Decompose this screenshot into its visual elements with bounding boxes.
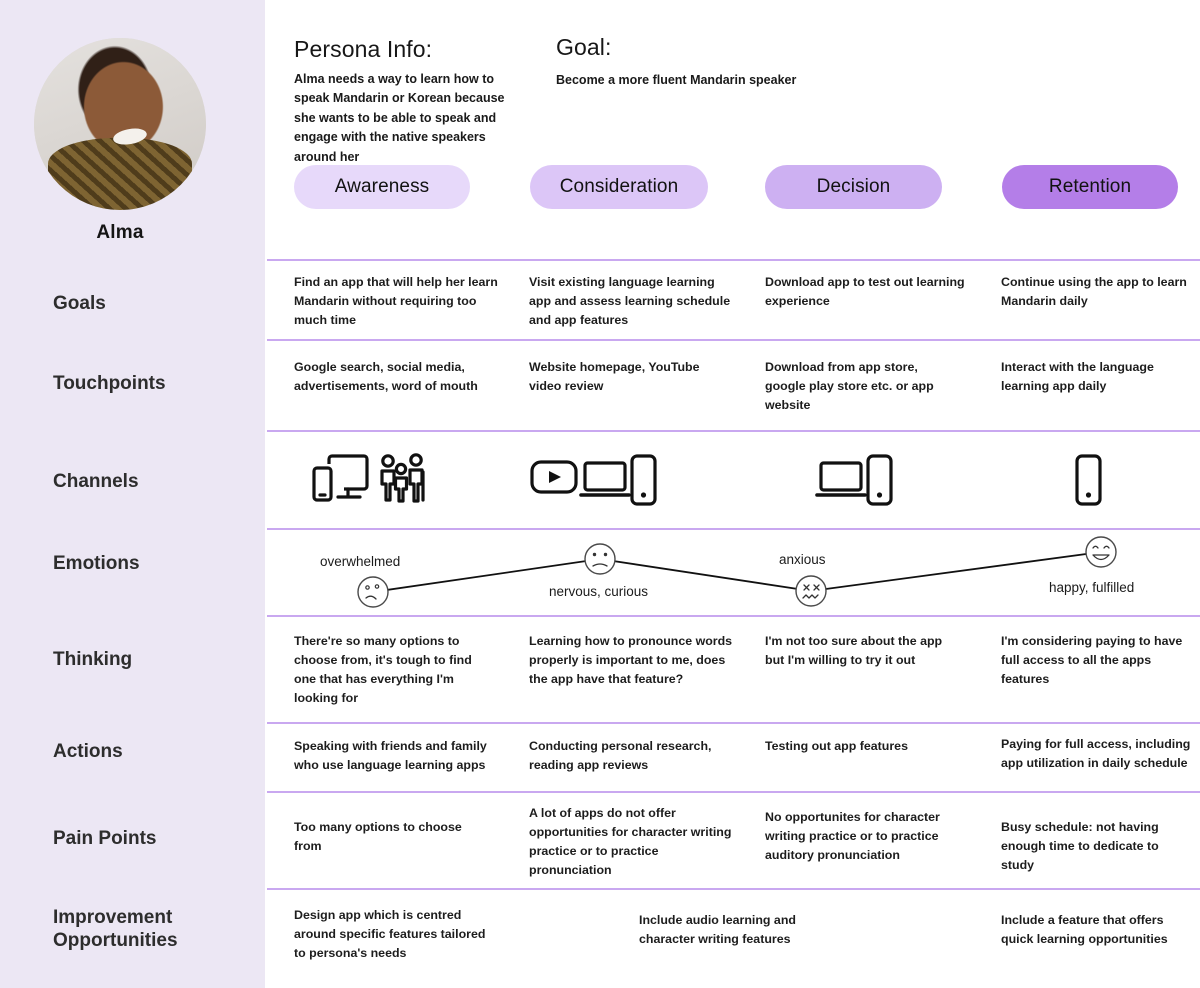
sidebar-item-improvement-opportunities[interactable]: Improvement Opportunities [53, 906, 233, 952]
sad-confused-face-icon [357, 576, 389, 608]
user-journey-map: Alma Goals Touchpoints Channels Emotions… [0, 0, 1200, 988]
laptop-icon [815, 461, 867, 497]
emotion-label-decision: anxious [779, 552, 826, 567]
channels-consideration-icons [528, 450, 658, 510]
cell-actions-consideration: Conducting personal research, reading ap… [529, 739, 712, 772]
smiling-face-icon [1085, 536, 1117, 568]
row-divider [267, 791, 1200, 793]
cell-actions-decision: Testing out app features [765, 739, 908, 753]
row-divider [267, 722, 1200, 724]
people-group-icon [380, 453, 425, 503]
cell-pain-points-consideration: A lot of apps do not offer opportunities… [529, 806, 732, 877]
avatar [34, 38, 206, 210]
cell-pain-points-awareness: Too many options to choose from [294, 820, 462, 853]
persona-info-title: Persona Info: [294, 36, 433, 62]
cell-thinking-decision: I'm not too sure about the app but I'm w… [765, 634, 943, 667]
channels-decision-icons [815, 450, 895, 510]
row-divider [267, 430, 1200, 432]
mobile-phone-icon [1075, 454, 1102, 506]
cell-pain-points-decision: No opportunites for character writing pr… [765, 810, 940, 862]
persona-info-body: Alma needs a way to learn how to speak M… [294, 72, 505, 164]
laptop-icon [579, 461, 631, 497]
cell-actions-awareness: Speaking with friends and family who use… [294, 739, 487, 772]
emotion-label-retention: happy, fulfilled [1049, 580, 1135, 595]
stage-pill-consideration[interactable]: Consideration [530, 165, 708, 209]
sidebar-item-pain-points[interactable]: Pain Points [53, 827, 156, 850]
mobile-and-desktop-icon [312, 454, 369, 502]
cell-goals-decision: Download app to test out learning experi… [765, 275, 965, 308]
cell-goals-consideration: Visit existing language learning app and… [529, 275, 731, 327]
persona-photo-avatar [34, 38, 206, 210]
cell-thinking-awareness: There're so many options to choose from,… [294, 634, 472, 705]
goal-body: Become a more fluent Mandarin speaker [556, 73, 797, 87]
channels-awareness-icons [308, 450, 438, 510]
sidebar-item-channels[interactable]: Channels [53, 470, 139, 493]
emotion-label-consideration: nervous, curious [549, 584, 649, 599]
sidebar-item-goals[interactable]: Goals [53, 292, 106, 315]
sidebar: Alma Goals Touchpoints Channels Emotions… [0, 0, 265, 988]
cell-touchpoints-decision: Download from app store, google play sto… [765, 360, 934, 412]
row-divider [267, 339, 1200, 341]
cell-improvement-2: Include audio learning and character wri… [639, 913, 796, 946]
emotion-label-awareness: overwhelmed [320, 554, 401, 569]
neutral-frown-face-icon [584, 543, 616, 575]
goal-title: Goal: [556, 34, 612, 60]
youtube-play-icon [530, 460, 578, 494]
sidebar-item-thinking[interactable]: Thinking [53, 648, 132, 671]
cell-touchpoints-awareness: Google search, social media, advertiseme… [294, 360, 478, 393]
emotion-curve-chart [357, 536, 1117, 608]
stage-pill-decision[interactable]: Decision [765, 165, 942, 209]
cell-improvement-1: Design app which is centred around speci… [294, 908, 486, 960]
sidebar-item-actions[interactable]: Actions [53, 740, 123, 763]
cell-thinking-retention: I'm considering paying to have full acce… [1001, 634, 1183, 686]
cell-touchpoints-consideration: Website homepage, YouTube video review [529, 360, 700, 393]
persona-name: Alma [96, 222, 144, 243]
cell-pain-points-retention: Busy schedule: not having enough time to… [1001, 820, 1159, 872]
emotion-trend-line [372, 551, 1102, 593]
cell-thinking-consideration: Learning how to pronounce words properly… [529, 634, 733, 686]
stage-pill-awareness[interactable]: Awareness [294, 165, 470, 209]
sidebar-item-emotions[interactable]: Emotions [53, 552, 140, 575]
cell-goals-retention: Continue using the app to learn Mandarin… [1001, 275, 1187, 308]
sidebar-item-touchpoints[interactable]: Touchpoints [53, 372, 166, 395]
mobile-phone-icon [630, 454, 657, 506]
cell-improvement-3: Include a feature that offers quick lear… [1001, 913, 1168, 946]
anxious-face-icon [795, 575, 827, 607]
channels-retention-icons [1073, 450, 1105, 510]
stage-pill-retention[interactable]: Retention [1002, 165, 1178, 209]
cell-goals-awareness: Find an app that will help her learn Man… [294, 275, 498, 327]
cell-touchpoints-retention: Interact with the language learning app … [1001, 360, 1154, 393]
cell-actions-retention: Paying for full access, including app ut… [1001, 737, 1191, 770]
mobile-phone-icon [866, 454, 893, 506]
row-divider [267, 888, 1200, 890]
row-divider [267, 259, 1200, 261]
